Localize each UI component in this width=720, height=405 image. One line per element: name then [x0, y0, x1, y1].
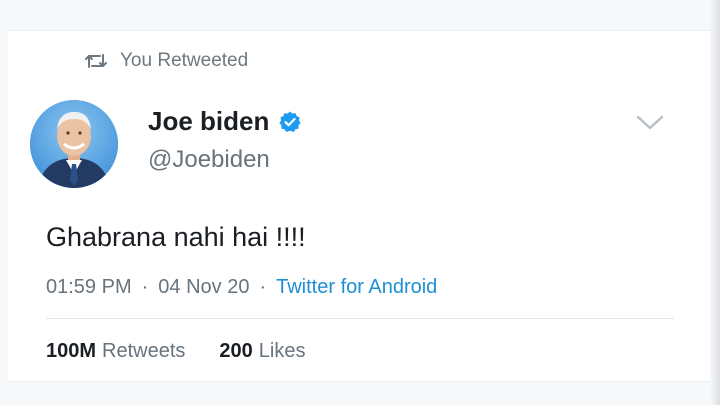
retweet-banner: You Retweeted	[84, 50, 248, 72]
likes-label: Likes	[258, 340, 306, 362]
tweet-time: 01:59 PM	[46, 276, 132, 298]
tweet-text: Ghabrana nahi hai !!!!	[46, 222, 306, 252]
avatar-image	[30, 100, 118, 188]
retweets-count: 100M	[46, 340, 97, 362]
edge-shadow	[710, 0, 720, 405]
retweet-icon	[85, 54, 107, 68]
divider	[46, 318, 674, 319]
tweet-card	[8, 30, 710, 382]
screenshot-frame: You Retweeted Joe biden @Joebiden Ghabra…	[0, 0, 720, 405]
author-name-row[interactable]: Joe biden	[148, 106, 302, 137]
author-handle[interactable]: @Joebiden	[148, 146, 270, 174]
retweets-stat[interactable]: 100M Retweets	[46, 340, 185, 363]
verified-badge-icon	[278, 110, 302, 134]
avatar[interactable]	[30, 100, 118, 188]
tweet-source-link[interactable]: Twitter for Android	[276, 276, 437, 299]
retweets-label: Retweets	[102, 340, 186, 362]
meta-separator: ·	[141, 276, 149, 298]
tweet-meta: 01:59 PM · 04 Nov 20 · Twitter for Andro…	[46, 276, 437, 299]
likes-stat[interactable]: 200 Likes	[219, 340, 305, 363]
retweet-banner-label: You Retweeted	[120, 50, 249, 71]
tweet-date[interactable]: 04 Nov 20	[158, 276, 249, 299]
chevron-down-icon[interactable]	[636, 114, 664, 132]
meta-separator: ·	[259, 276, 267, 298]
tweet-stats: 100M Retweets 200 Likes	[46, 340, 305, 363]
author-name[interactable]: Joe biden	[148, 106, 269, 137]
likes-count: 200	[219, 340, 253, 362]
